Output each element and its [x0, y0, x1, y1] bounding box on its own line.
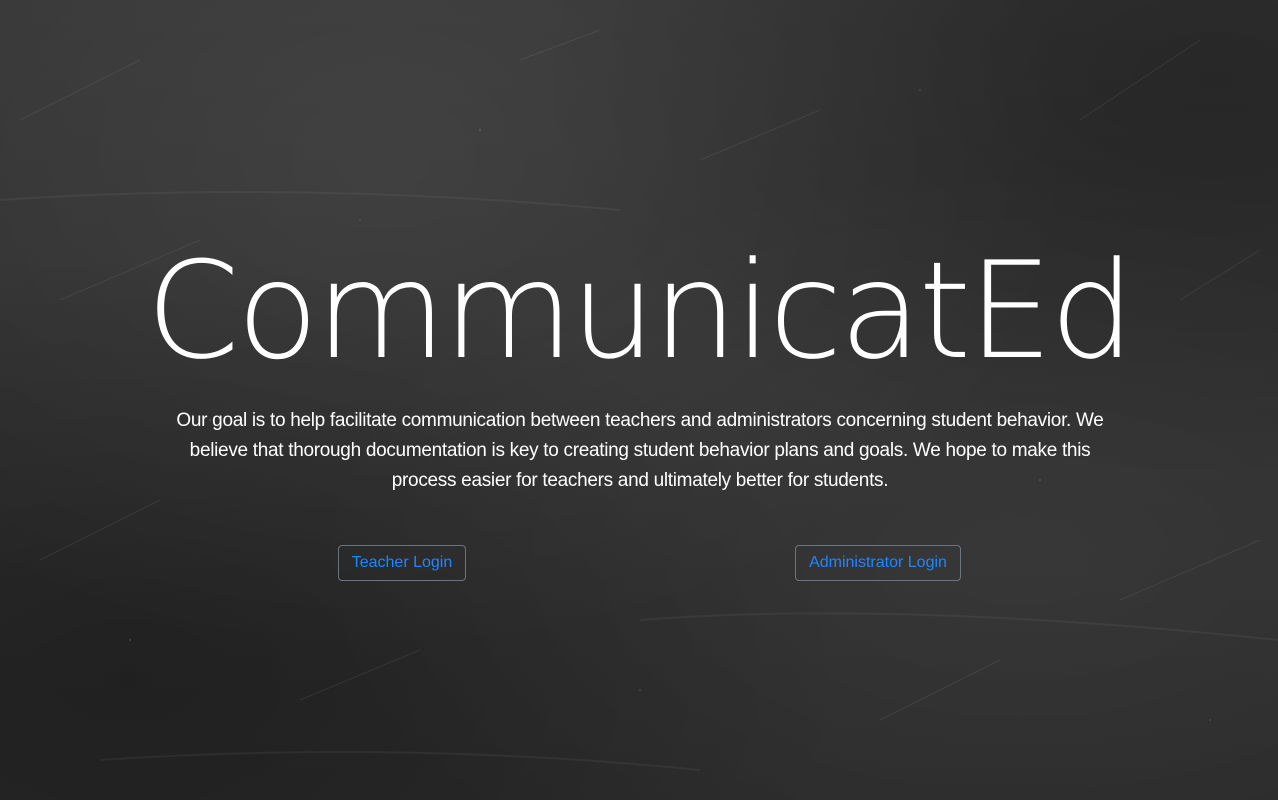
app-title: CommunicatEd [146, 233, 1135, 389]
mission-statement: Our goal is to help facilitate communica… [176, 410, 1104, 491]
administrator-login-button[interactable]: Administrator Login [795, 545, 961, 581]
chalkboard-background [0, 29, 1278, 771]
teacher-login-button[interactable]: Teacher Login [338, 545, 466, 581]
